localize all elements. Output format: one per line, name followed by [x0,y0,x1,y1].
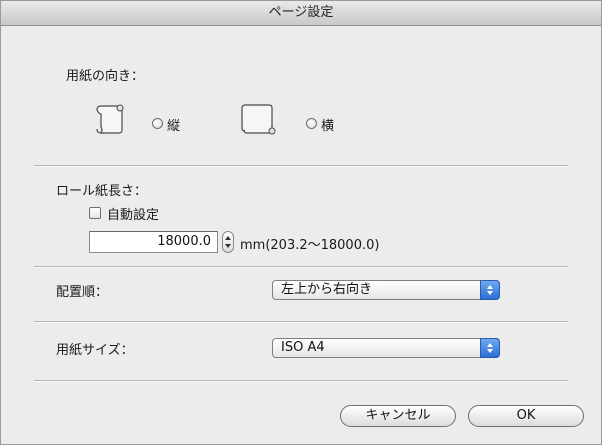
portrait-radio[interactable] [152,118,163,129]
landscape-roll-icon [241,104,276,135]
orientation-label: 用紙の向き： [66,69,145,84]
layout-order-select[interactable]: 左上から右向き [272,280,500,300]
layout-order-label: 配置順： [56,285,109,300]
portrait-roll-icon [96,104,124,134]
portrait-label: 縦 [167,119,181,134]
divider [34,380,568,382]
divider [34,165,568,167]
paper-size-value: ISO A4 [281,340,325,355]
auto-setting-checkbox[interactable] [89,207,101,219]
roll-length-label: ロール紙長さ： [56,184,148,199]
layout-order-value: 左上から右向き [281,282,373,297]
dialog-title: ページ設定 [1,1,601,26]
stepper-up-icon[interactable] [225,236,231,240]
landscape-label: 横 [321,119,335,134]
stepper-down-icon[interactable] [225,244,231,248]
divider [34,266,568,268]
auto-setting-label: 自動設定 [107,208,160,223]
select-arrows-icon [480,338,500,358]
cancel-button[interactable]: キャンセル [340,405,456,427]
paper-size-label: 用紙サイズ： [56,343,134,358]
ok-button[interactable]: OK [468,405,584,427]
roll-length-stepper[interactable] [222,231,234,253]
landscape-radio[interactable] [306,118,317,129]
divider [34,321,568,323]
roll-length-range: mm(203.2〜18000.0) [240,238,380,253]
paper-size-select[interactable]: ISO A4 [272,338,500,358]
select-arrows-icon [480,280,500,300]
page-setup-dialog: ページ設定 用紙の向き： 縦 横 ロール紙長さ： 自動設定 18000.0 mm… [0,0,602,445]
roll-length-input[interactable]: 18000.0 [89,231,218,253]
